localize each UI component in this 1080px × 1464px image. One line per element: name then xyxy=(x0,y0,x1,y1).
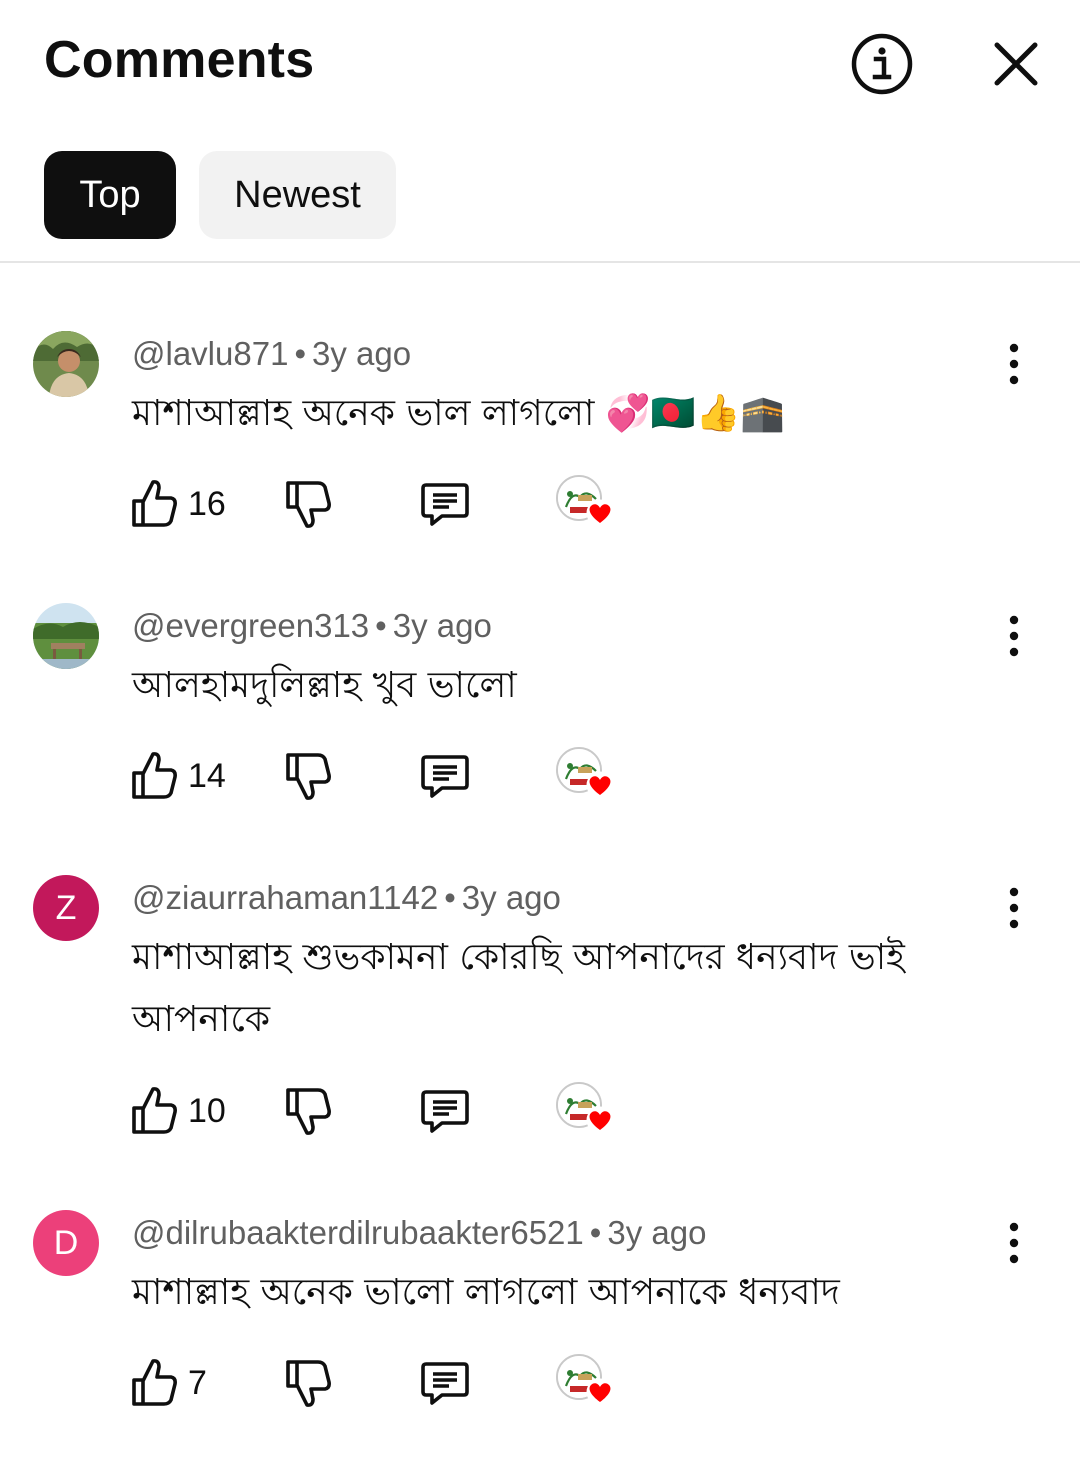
creator-heart-icon xyxy=(556,747,618,809)
comment-actions: 16 xyxy=(130,475,650,537)
reply-icon[interactable] xyxy=(420,1084,470,1138)
creator-heart-icon xyxy=(556,1354,618,1416)
comment-time: 3y ago xyxy=(461,879,561,916)
like-icon[interactable] xyxy=(130,1084,178,1138)
avatar[interactable] xyxy=(33,331,99,397)
more-options-icon[interactable] xyxy=(996,885,1032,931)
like-count: 10 xyxy=(188,1092,226,1130)
comment-meta: @lavlu871 • 3y ago xyxy=(132,335,412,372)
like-count: 16 xyxy=(188,485,226,523)
creator-heart-icon xyxy=(556,1082,618,1144)
comment-time: 3y ago xyxy=(607,1214,707,1251)
dislike-icon[interactable] xyxy=(284,1356,332,1410)
header-divider xyxy=(0,261,1080,263)
info-icon[interactable] xyxy=(850,32,914,96)
comment-actions: 7 xyxy=(130,1354,650,1416)
more-options-icon[interactable] xyxy=(996,341,1032,387)
reply-icon[interactable] xyxy=(420,1356,470,1410)
comment-actions: 14 xyxy=(130,747,650,809)
sort-chips: Top Newest xyxy=(44,151,396,239)
reply-icon[interactable] xyxy=(420,477,470,531)
comment-author[interactable]: @ziaurrahaman1142 xyxy=(132,879,438,916)
comment-time: 3y ago xyxy=(312,335,412,372)
like-count: 14 xyxy=(188,757,226,795)
more-options-icon[interactable] xyxy=(996,1220,1032,1266)
more-options-icon[interactable] xyxy=(996,613,1032,659)
comments-header: Comments xyxy=(0,0,1080,130)
avatar[interactable]: Z xyxy=(33,875,99,941)
like-icon[interactable] xyxy=(130,1356,178,1410)
like-icon[interactable] xyxy=(130,477,178,531)
comment-text: মাশাআল্লাহ শুভকামনা কোরছি আপনাদের ধন্যবা… xyxy=(132,937,905,1040)
avatar[interactable] xyxy=(33,603,99,669)
comment-meta: @dilrubaakterdilrubaakter6521 • 3y ago xyxy=(132,1214,707,1251)
avatar[interactable]: D xyxy=(33,1210,99,1276)
comment-text: আলহামদুলিল্লাহ খুব ভালো xyxy=(132,665,517,706)
comment-text: মাশাআল্লাহ অনেক ভাল লাগলো 💞🇧🇩👍🕋 xyxy=(132,393,786,434)
reply-icon[interactable] xyxy=(420,749,470,803)
comment-author[interactable]: @lavlu871 xyxy=(132,335,288,372)
creator-heart-icon xyxy=(556,475,618,537)
comment-text: মাশাল্লাহ অনেক ভালো লাগলো আপনাকে ধন্যবাদ xyxy=(132,1272,840,1313)
comment-author[interactable]: @dilrubaakterdilrubaakter6521 xyxy=(132,1214,584,1251)
panel-title: Comments xyxy=(44,31,315,89)
comment-meta: @evergreen313 • 3y ago xyxy=(132,607,492,644)
chip-newest[interactable]: Newest xyxy=(199,151,396,239)
comment-time: 3y ago xyxy=(392,607,492,644)
like-icon[interactable] xyxy=(130,749,178,803)
dislike-icon[interactable] xyxy=(284,477,332,531)
comment-author[interactable]: @evergreen313 xyxy=(132,607,369,644)
comment-meta: @ziaurrahaman1142 • 3y ago xyxy=(132,879,561,916)
close-icon[interactable] xyxy=(988,36,1044,92)
comment-actions: 10 xyxy=(130,1082,650,1144)
dislike-icon[interactable] xyxy=(284,749,332,803)
dislike-icon[interactable] xyxy=(284,1084,332,1138)
chip-top[interactable]: Top xyxy=(44,151,176,239)
like-count: 7 xyxy=(188,1364,207,1402)
